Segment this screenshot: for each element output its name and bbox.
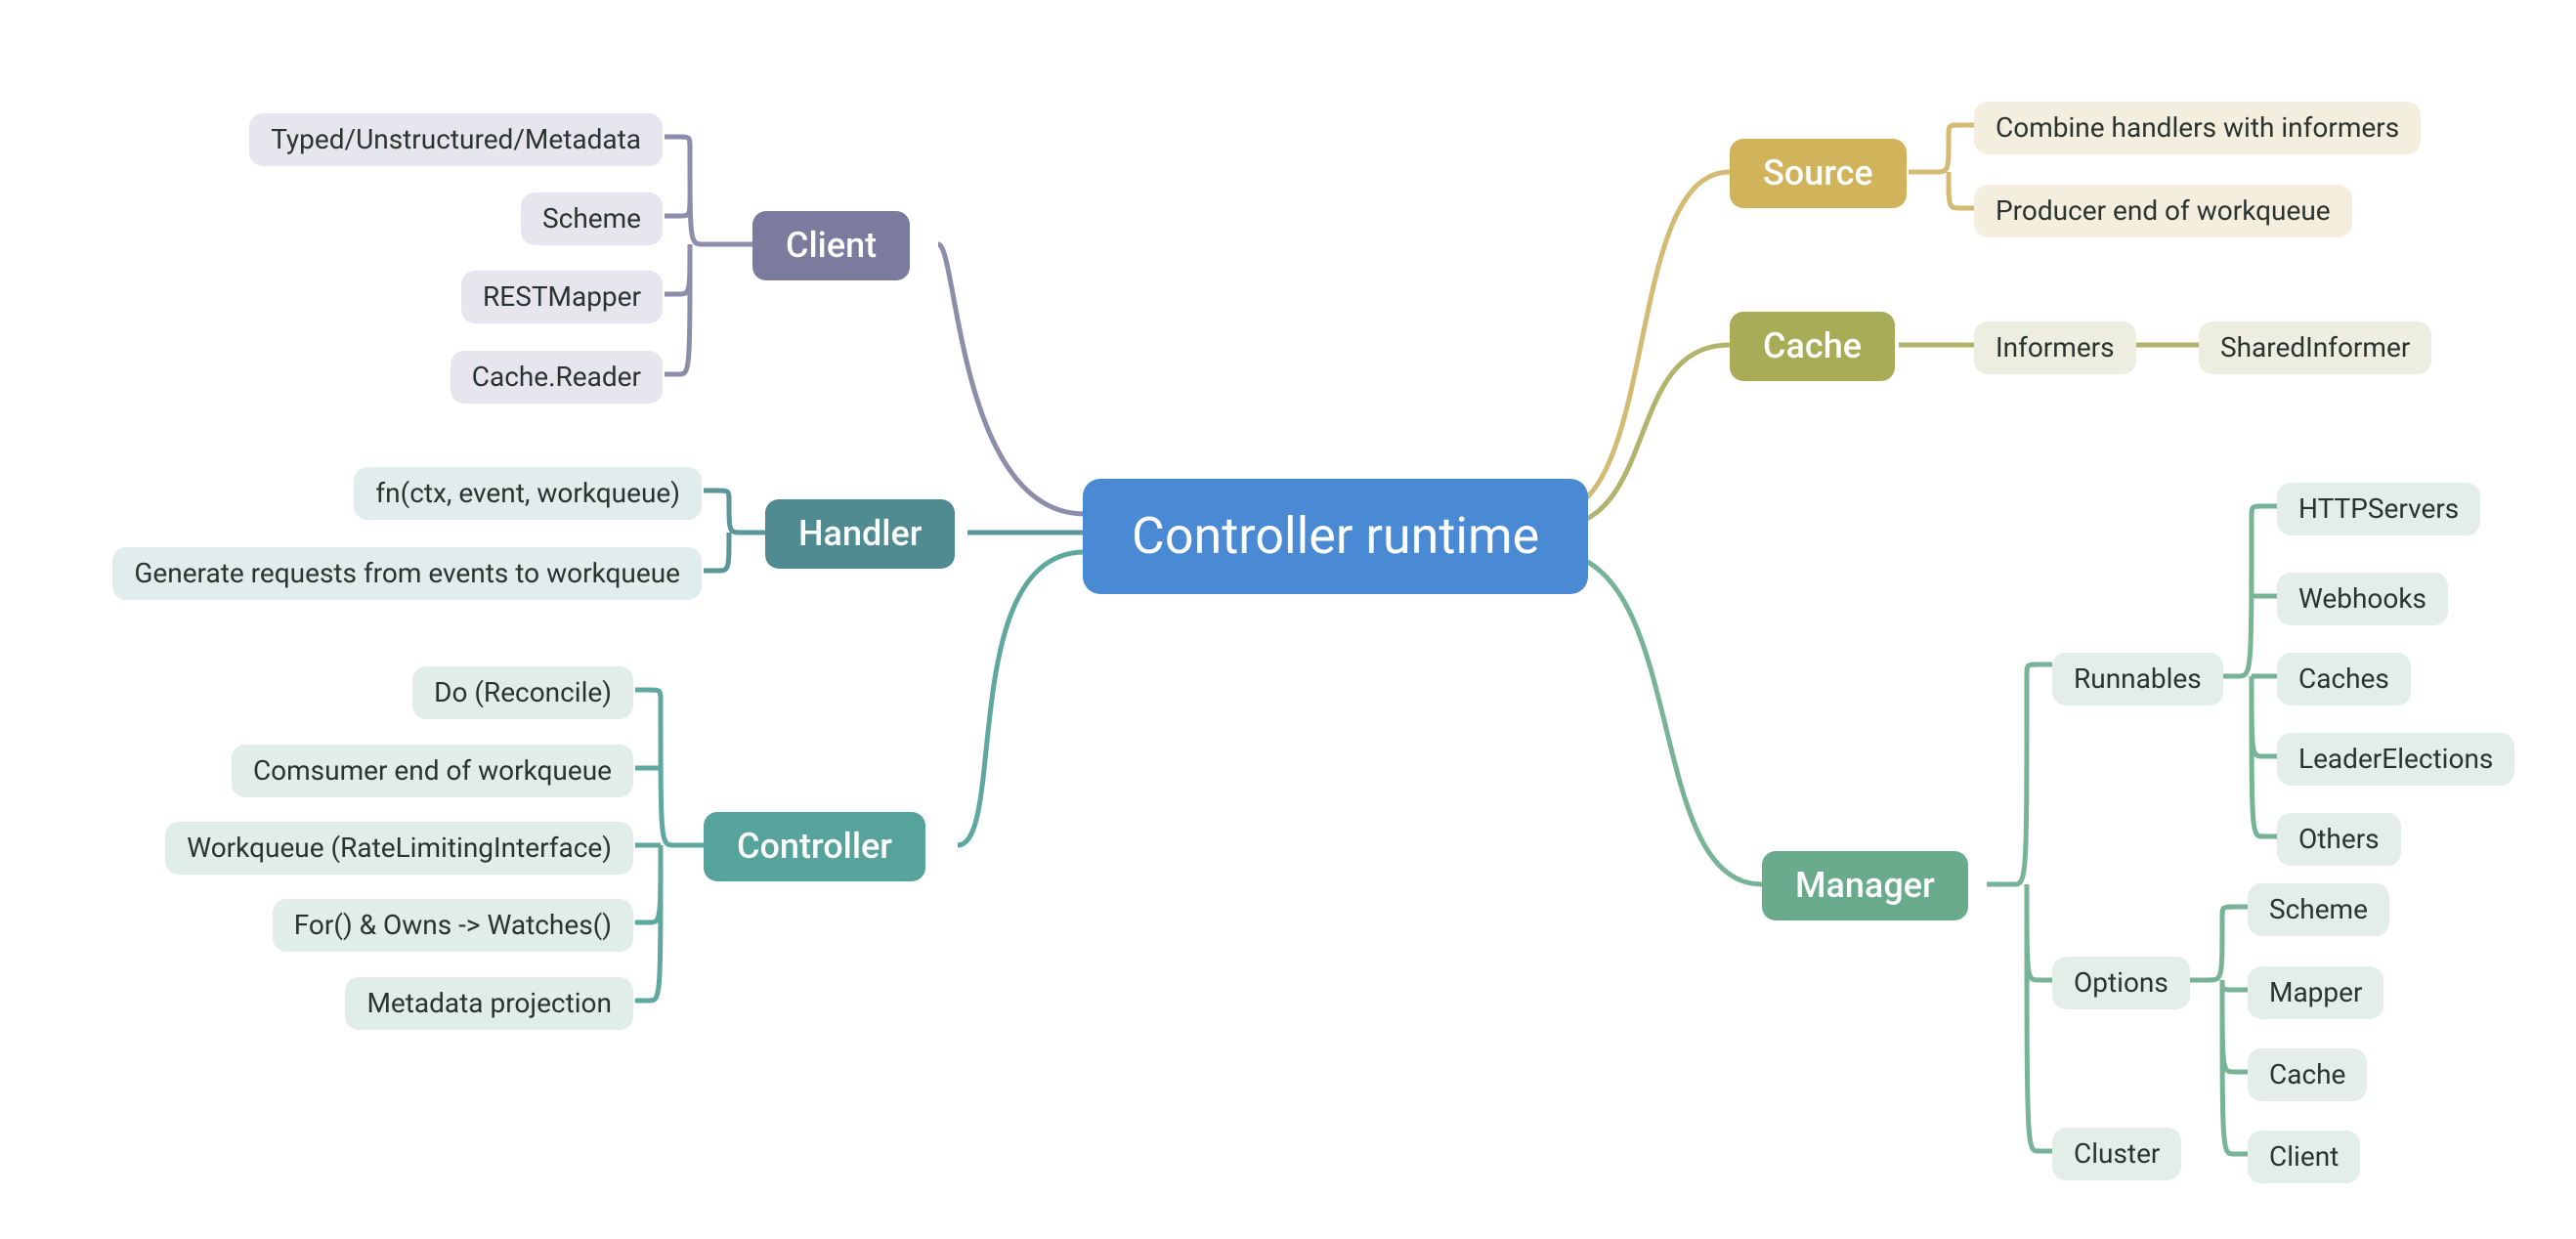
branch-controller: Controller: [704, 812, 925, 881]
leaf-handler-1: Generate requests from events to workque…: [112, 547, 702, 600]
leaf-runnables-0: HTTPServers: [2277, 483, 2480, 535]
branch-manager: Manager: [1762, 851, 1968, 920]
branch-source: Source: [1730, 139, 1907, 208]
leaf-client-0: Typed/Unstructured/Metadata: [249, 113, 663, 166]
leaf-client-3: Cache.Reader: [451, 351, 663, 404]
leaf-source-0: Combine handlers with informers: [1974, 102, 2421, 154]
branch-cache: Cache: [1730, 312, 1895, 381]
leaf-controller-2: Workqueue (RateLimitingInterface): [165, 822, 633, 875]
leaf-client-2: RESTMapper: [461, 271, 663, 323]
leaf-manager-2: Cluster: [2052, 1128, 2181, 1180]
leaf-options-2: Cache: [2248, 1048, 2367, 1101]
leaf-manager-0: Runnables: [2052, 653, 2223, 705]
leaf-controller-0: Do (Reconcile): [412, 666, 633, 719]
leaf-options-3: Client: [2248, 1131, 2360, 1183]
leaf-cache-0: Informers: [1974, 321, 2136, 374]
branch-client: Client: [752, 211, 910, 280]
leaf-handler-0: fn(ctx, event, workqueue): [354, 467, 702, 520]
leaf-manager-1: Options: [2052, 957, 2190, 1009]
leaf-runnables-3: LeaderElections: [2277, 733, 2514, 786]
leaf-cache-sub-0: SharedInformer: [2199, 321, 2431, 374]
leaf-runnables-2: Caches: [2277, 653, 2411, 705]
leaf-controller-3: For() & Owns -> Watches(): [273, 899, 633, 952]
leaf-source-1: Producer end of workqueue: [1974, 185, 2352, 237]
root-node: Controller runtime: [1083, 479, 1588, 594]
leaf-options-1: Mapper: [2248, 966, 2383, 1019]
leaf-options-0: Scheme: [2248, 883, 2389, 936]
branch-handler: Handler: [765, 499, 955, 569]
leaf-client-1: Scheme: [521, 192, 663, 245]
leaf-runnables-4: Others: [2277, 813, 2401, 866]
leaf-controller-4: Metadata projection: [345, 977, 633, 1030]
leaf-runnables-1: Webhooks: [2277, 573, 2448, 625]
leaf-controller-1: Comsumer end of workqueue: [232, 745, 633, 797]
